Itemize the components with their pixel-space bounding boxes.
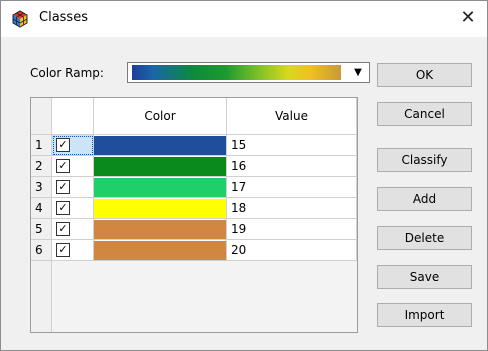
row-number: 6	[31, 240, 52, 261]
row-number: 5	[31, 219, 52, 240]
row-number: 2	[31, 156, 52, 177]
color-swatch	[94, 220, 226, 239]
value-cell[interactable]: 18	[227, 198, 357, 219]
delete-button[interactable]: Delete	[377, 226, 472, 250]
enabled-cell[interactable]: ✓	[52, 219, 94, 240]
value-cell[interactable]: 20	[227, 240, 357, 261]
color-cell[interactable]	[94, 177, 227, 198]
color-cell[interactable]	[94, 156, 227, 177]
value-cell[interactable]: 16	[227, 156, 357, 177]
color-swatch	[94, 157, 226, 176]
color-swatch	[94, 178, 226, 197]
table-row: 3 ✓ 17	[31, 177, 357, 198]
cancel-button[interactable]: Cancel	[377, 102, 472, 126]
color-swatch	[94, 199, 226, 218]
table-row: 2 ✓ 16	[31, 156, 357, 177]
checkbox[interactable]: ✓	[56, 222, 70, 236]
row-number: 3	[31, 177, 52, 198]
classes-table: Color Value 1 ✓ 15 2 ✓ 16 3 ✓ 17 4 ✓ 18 …	[30, 97, 358, 333]
table-row: 4 ✓ 18	[31, 198, 357, 219]
row-number: 1	[31, 135, 52, 156]
value-cell[interactable]: 17	[227, 177, 357, 198]
color-cell[interactable]	[94, 135, 227, 156]
column-header-color[interactable]: Color	[94, 98, 227, 135]
enabled-cell[interactable]: ✓	[52, 156, 94, 177]
chevron-down-icon[interactable]: ▼	[349, 63, 367, 82]
classes-dialog: Classes ✕ Color Ramp: ▼ Color Value 1 ✓ …	[0, 0, 488, 351]
color-swatch	[94, 136, 226, 155]
color-ramp-gradient	[132, 65, 341, 80]
color-ramp-dropdown[interactable]: ▼	[127, 62, 370, 83]
import-button[interactable]: Import	[377, 303, 472, 327]
title-bar: Classes ✕	[1, 1, 487, 37]
value-cell[interactable]: 15	[227, 135, 357, 156]
close-icon[interactable]: ✕	[455, 5, 481, 31]
enabled-cell[interactable]: ✓	[52, 198, 94, 219]
classify-button[interactable]: Classify	[377, 148, 472, 172]
color-swatch	[94, 241, 226, 260]
ok-button[interactable]: OK	[377, 63, 472, 87]
checkbox[interactable]: ✓	[56, 159, 70, 173]
table-row: 6 ✓ 20	[31, 240, 357, 261]
colorful-cube-icon	[12, 10, 28, 28]
add-button[interactable]: Add	[377, 187, 472, 211]
color-cell[interactable]	[94, 240, 227, 261]
table-corner	[31, 98, 52, 135]
color-ramp-label: Color Ramp:	[30, 66, 104, 80]
table-row: 1 ✓ 15	[31, 135, 357, 156]
column-header-value[interactable]: Value	[227, 98, 357, 135]
column-header-enabled[interactable]	[52, 98, 94, 135]
window-title: Classes	[39, 10, 88, 25]
checkbox[interactable]: ✓	[56, 180, 70, 194]
row-number: 4	[31, 198, 52, 219]
checkbox[interactable]: ✓	[56, 201, 70, 215]
table-row: 5 ✓ 19	[31, 219, 357, 240]
color-cell[interactable]	[94, 198, 227, 219]
enabled-cell[interactable]: ✓	[52, 177, 94, 198]
enabled-cell[interactable]: ✓	[52, 240, 94, 261]
value-cell[interactable]: 19	[227, 219, 357, 240]
color-cell[interactable]	[94, 219, 227, 240]
checkbox[interactable]: ✓	[56, 243, 70, 257]
checkbox[interactable]: ✓	[56, 138, 70, 152]
save-button[interactable]: Save	[377, 265, 472, 289]
enabled-cell[interactable]: ✓	[52, 135, 94, 156]
